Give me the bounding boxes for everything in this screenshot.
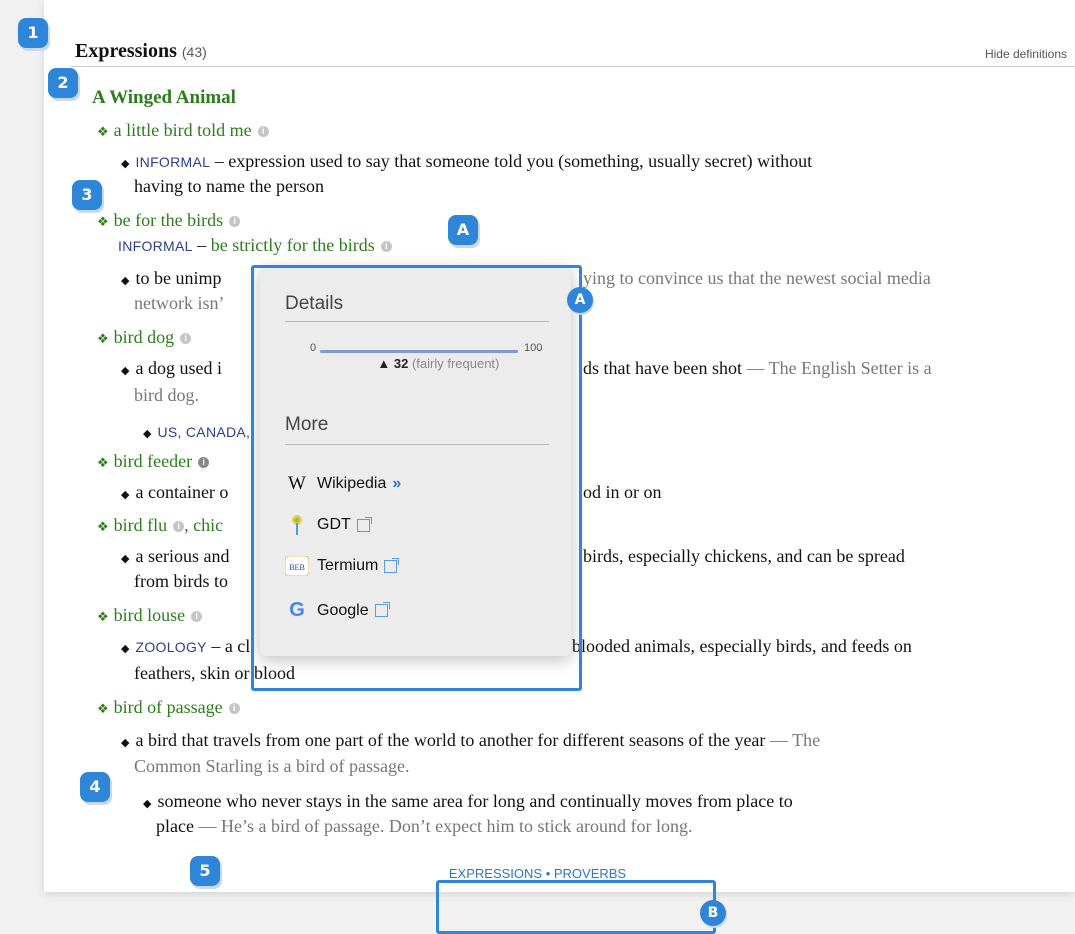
entry-bird-dog[interactable]: ❖ bird dog i — [97, 326, 192, 350]
entry-be-for-the-birds[interactable]: ❖ be for the birds i — [97, 209, 241, 233]
definition-text: – a cl — [206, 636, 251, 656]
expressions-count: (43) — [181, 44, 207, 60]
diamond-icon: ❖ — [97, 519, 109, 534]
expressions-link[interactable]: EXPRESSIONS — [449, 866, 542, 881]
info-icon[interactable]: i — [380, 241, 392, 252]
example-text: — He’s a bird of passage. Don’t expect h… — [193, 816, 693, 836]
bullet-icon: ◆ — [121, 275, 130, 287]
definition-line: ◆ a serious and — [121, 545, 229, 570]
hide-definitions-link[interactable]: Hide definitions — [985, 47, 1067, 61]
definition-text-right: ying to convince us that the newest soci… — [583, 268, 931, 288]
callout-4: 4 — [80, 772, 110, 802]
bullet-icon: ◆ — [121, 737, 130, 749]
example-text: — The English Setter is a — [741, 358, 932, 378]
callout-3: 3 — [72, 180, 102, 210]
definition-line: ◆ INFORMAL – expression used to say that … — [121, 150, 812, 175]
diamond-icon: ❖ — [97, 701, 109, 716]
region-tag: US, CANADA, — [157, 424, 251, 440]
definition-text-right-group: ds that have been shot — The English Set… — [583, 357, 932, 379]
title-divider — [70, 66, 1075, 67]
diamond-icon: ❖ — [97, 455, 109, 470]
callout-b: B — [700, 900, 726, 926]
entry-term[interactable]: a little bird told me — [114, 120, 252, 140]
callout-a-popup: A — [567, 287, 593, 313]
bullet-icon: ◆ — [143, 798, 152, 810]
definition-text: someone who never stays in the same area… — [157, 791, 793, 811]
footer-highlight-box — [436, 880, 716, 934]
entry-a-little-bird[interactable]: ❖ a little bird told me i — [97, 119, 269, 143]
footer-nav: EXPRESSIONS • PROVERBS — [0, 866, 1075, 881]
diamond-icon: ❖ — [97, 214, 109, 229]
footer-separator: • — [542, 866, 554, 881]
entry-bird-flu[interactable]: ❖ bird flu i, chic — [97, 514, 223, 538]
definition-line: ◆ a dog used i — [121, 357, 222, 382]
definition-text: a container o — [135, 482, 229, 502]
entry-term[interactable]: bird dog — [114, 327, 175, 347]
definition-text: to be unimp — [135, 268, 222, 288]
definition-line: ◆ a container o — [121, 481, 228, 506]
entry-term-alt[interactable]: , chic — [184, 515, 223, 535]
definition-text-cont: having to name the person — [134, 176, 324, 196]
register-tag: INFORMAL — [118, 238, 193, 254]
bullet-icon: ◆ — [121, 365, 130, 377]
entry-term[interactable]: bird feeder — [114, 451, 192, 471]
definition-line: ◆ to be unimp — [121, 267, 221, 292]
popup-highlight-box — [251, 265, 582, 691]
definition-line-cont: place — He’s a bird of passage. Don’t ex… — [156, 815, 693, 837]
definition-line: ◆ ZOOLOGY – a cl — [121, 635, 250, 660]
definition-text-right: ds that have been shot — [583, 358, 742, 378]
bullet-icon: ◆ — [121, 489, 130, 501]
entry-term[interactable]: bird louse — [114, 605, 186, 625]
definition-text: a dog used i — [135, 358, 222, 378]
bullet-icon: ◆ — [143, 428, 152, 440]
diamond-icon: ❖ — [97, 609, 109, 624]
section-title-text: Expressions — [75, 40, 177, 62]
info-icon[interactable]: i — [228, 703, 240, 714]
example-text-cont: bird dog. — [134, 385, 199, 405]
example-text-cont: Common Starling is a bird of passage. — [134, 756, 410, 776]
info-icon[interactable]: i — [257, 126, 269, 137]
definition-text-right: birds, especially chickens, and can be s… — [583, 546, 905, 566]
callout-a-info: A — [448, 215, 478, 245]
bullet-icon: ◆ — [121, 158, 130, 170]
entry-bird-of-passage[interactable]: ❖ bird of passage i — [97, 696, 240, 720]
entry-term[interactable]: bird flu — [114, 515, 168, 535]
bullet-icon: ◆ — [121, 553, 130, 565]
section-title: Expressions (43) — [75, 40, 207, 63]
register-tag: INFORMAL — [135, 154, 211, 170]
variant-line: INFORMAL – be strictly for the birds i — [118, 234, 392, 257]
entry-term[interactable]: be for the birds — [114, 210, 223, 230]
definition-text-right: blooded animals, especially birds, and f… — [572, 636, 912, 656]
info-icon[interactable]: i — [173, 521, 185, 532]
callout-2: 2 — [48, 68, 78, 98]
proverbs-link[interactable]: PROVERBS — [554, 866, 626, 881]
dash: – — [192, 235, 211, 255]
definition-line: ◆ a bird that travels from one part of th… — [121, 729, 820, 754]
definition-text: a bird that travels from one part of the… — [135, 730, 766, 750]
definition-line: ◆ someone who never stays in the same are… — [143, 790, 793, 815]
info-icon[interactable]: i — [229, 216, 241, 227]
info-icon[interactable]: i — [191, 611, 203, 622]
callout-1: 1 — [18, 18, 48, 48]
example-text: — The — [765, 730, 821, 750]
entry-bird-louse[interactable]: ❖ bird louse i — [97, 604, 203, 628]
info-icon[interactable]: i — [198, 457, 210, 468]
diamond-icon: ❖ — [97, 331, 109, 346]
region-line: ◆ US, CANADA, — [143, 420, 250, 445]
entry-bird-feeder[interactable]: ❖ bird feeder i — [97, 450, 210, 474]
field-tag: ZOOLOGY — [135, 639, 207, 655]
variant-term[interactable]: be strictly for the birds — [211, 235, 375, 255]
definition-text: – expression used to say that someone to… — [210, 151, 813, 171]
bullet-icon: ◆ — [121, 643, 130, 655]
info-icon[interactable]: i — [180, 333, 192, 344]
category-heading: A Winged Animal — [92, 87, 236, 108]
definition-text: a serious and — [135, 546, 230, 566]
definition-text-right: od in or on — [583, 482, 662, 502]
callout-5: 5 — [190, 856, 220, 886]
diamond-icon: ❖ — [97, 124, 109, 139]
entry-term[interactable]: bird of passage — [114, 697, 223, 717]
definition-text-cont: place — [156, 816, 194, 836]
definition-text-cont: from birds to — [134, 571, 228, 591]
definition-text-cont: network isn’ — [134, 293, 225, 313]
